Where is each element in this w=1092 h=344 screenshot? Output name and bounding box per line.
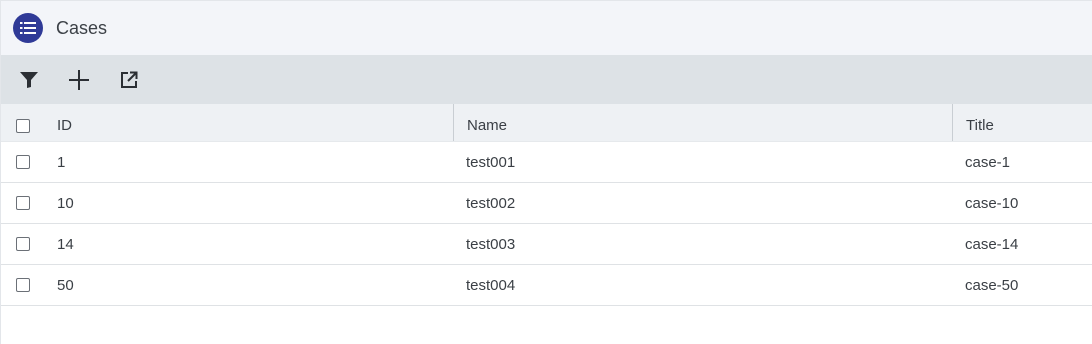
table-row[interactable]: 50 test004 case-50 [1,265,1092,306]
cell-name: test002 [466,194,516,212]
cell-id: 10 [57,194,74,212]
table-header: ID Name Title [1,104,1092,142]
cases-panel: Cases ID Name Title 1 test001 case-1 10 … [0,0,1092,344]
filter-button[interactable] [16,67,42,93]
external-link-icon [121,71,138,88]
list-icon[interactable] [13,13,43,43]
toolbar [1,55,1092,104]
table-row[interactable]: 1 test001 case-1 [1,142,1092,183]
row-checkbox[interactable] [16,237,30,251]
page-title: Cases [56,17,108,38]
row-checkbox[interactable] [16,278,30,292]
cell-title: case-10 [965,194,1019,212]
add-button[interactable] [66,67,92,93]
row-checkbox[interactable] [16,155,30,169]
cases-table: ID Name Title 1 test001 case-1 10 test00… [1,104,1092,306]
table-row[interactable]: 14 test003 case-14 [1,224,1092,265]
cell-title: case-50 [965,276,1019,294]
cell-id: 14 [57,235,74,253]
select-all-checkbox[interactable] [16,118,30,133]
panel-header: Cases [1,1,1092,55]
column-header-name[interactable]: Name [453,104,952,141]
column-header-id[interactable]: ID [46,104,453,141]
cell-name: test003 [466,235,516,253]
cell-id: 50 [57,276,74,294]
cell-name: test001 [466,153,516,171]
cell-id: 1 [57,153,66,171]
cell-title: case-1 [965,153,1011,171]
plus-icon [69,69,89,90]
table-row[interactable]: 10 test002 case-10 [1,183,1092,224]
export-button[interactable] [116,67,142,93]
column-header-title[interactable]: Title [952,104,1092,141]
cell-name: test004 [466,276,516,294]
filter-icon [20,71,38,88]
cell-title: case-14 [965,235,1019,253]
row-checkbox[interactable] [16,196,30,210]
